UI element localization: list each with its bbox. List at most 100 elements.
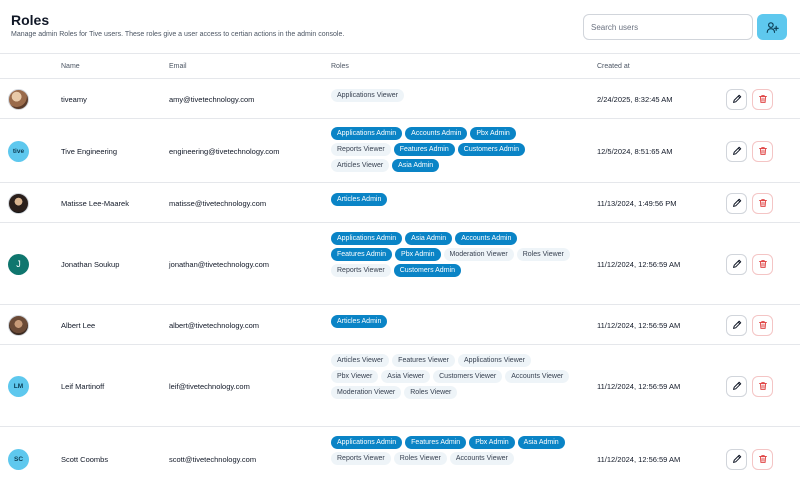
- table-row: SC Scott Coombs scott@tivetechnology.com 11…: [0, 427, 800, 485]
- role-chip: Asia Admin: [405, 232, 453, 245]
- created-at: 12/5/2024, 8:51:65 AM: [597, 146, 673, 156]
- role-chip: Moderation Viewer: [331, 386, 402, 399]
- column-header-created-at: Created at: [597, 63, 630, 70]
- column-header-roles: Roles: [331, 63, 349, 70]
- role-chip: Accounts Admin: [455, 232, 518, 245]
- add-user-button[interactable]: [757, 14, 787, 40]
- user-name: Jonathan Soukup: [61, 259, 120, 269]
- user-email: matisse@tivetechnology.com: [169, 198, 267, 208]
- edit-button[interactable]: [726, 140, 747, 162]
- user-name: Scott Coombs: [61, 454, 109, 464]
- roles-list: Articles Viewer Features Viewer Applicatio…: [331, 354, 571, 399]
- edit-button[interactable]: [726, 448, 747, 470]
- created-at: 2/24/2025, 8:32:45 AM: [597, 94, 673, 104]
- column-header-name: Name: [61, 63, 80, 70]
- role-chip: Roles Viewer: [404, 386, 458, 399]
- created-at: 11/13/2024, 1:49:56 PM: [597, 198, 677, 208]
- user-email: leif@tivetechnology.com: [169, 381, 250, 391]
- user-name: Tive Engineering: [61, 146, 118, 156]
- role-chip: Customers Viewer: [433, 370, 503, 383]
- roles-list: Articles Admin: [331, 315, 571, 328]
- avatar: [8, 314, 29, 336]
- role-chip: Features Admin: [393, 143, 455, 156]
- role-chip: Articles Admin: [331, 315, 388, 328]
- user-email: scott@tivetechnology.com: [169, 454, 257, 464]
- role-chip: Reports Viewer: [331, 264, 391, 277]
- user-email: albert@tivetechnology.com: [169, 320, 260, 330]
- pencil-icon: [732, 146, 741, 155]
- role-chip: Customers Admin: [393, 264, 461, 277]
- pencil-icon: [732, 454, 741, 463]
- edit-button[interactable]: [726, 314, 747, 336]
- delete-button[interactable]: [752, 314, 773, 336]
- created-at: 11/12/2024, 12:56:59 AM: [597, 259, 681, 269]
- page-title: Roles: [11, 12, 50, 28]
- edit-button[interactable]: [726, 192, 747, 214]
- delete-button[interactable]: [752, 88, 773, 110]
- user-email: jonathan@tivetechnology.com: [169, 259, 270, 269]
- trash-icon: [758, 95, 767, 103]
- table-row: LM Leif Martinoff leif@tivetechnology.com 1…: [0, 345, 800, 427]
- trash-icon: [758, 260, 767, 268]
- trash-icon: [758, 455, 767, 463]
- role-chip: Applications Viewer: [331, 89, 404, 102]
- trash-icon: [758, 147, 767, 155]
- delete-button[interactable]: [752, 253, 773, 275]
- user-name: Matisse Lee-Maarek: [61, 198, 129, 208]
- table-row: Matisse Lee-Maarek matisse@tivetechnology…: [0, 183, 800, 223]
- role-chip: Applications Admin: [331, 232, 403, 245]
- role-chip: Features Viewer: [392, 354, 456, 367]
- avatar: [8, 88, 29, 110]
- table-header: Name Email Roles Created at: [0, 54, 800, 79]
- role-chip: Accounts Viewer: [505, 370, 570, 383]
- delete-button[interactable]: [752, 140, 773, 162]
- role-chip: Asia Admin: [392, 159, 440, 172]
- delete-button[interactable]: [752, 192, 773, 214]
- delete-button[interactable]: [752, 375, 773, 397]
- role-chip: Customers Admin: [457, 143, 526, 156]
- role-chip: Applications Viewer: [458, 354, 531, 367]
- search-users-input[interactable]: [583, 14, 753, 40]
- role-chip: Articles Viewer: [331, 354, 390, 367]
- created-at: 11/12/2024, 12:56:59 AM: [597, 454, 681, 464]
- trash-icon: [758, 382, 767, 390]
- role-chip: Features Admin: [331, 248, 393, 261]
- pencil-icon: [732, 381, 741, 390]
- role-chip: Applications Admin: [331, 436, 403, 449]
- pencil-icon: [732, 94, 741, 103]
- role-chip: Pbx Viewer: [331, 370, 379, 383]
- role-chip: Pbx Admin: [469, 436, 515, 449]
- edit-button[interactable]: [726, 375, 747, 397]
- created-at: 11/12/2024, 12:56:59 AM: [597, 320, 681, 330]
- edit-button[interactable]: [726, 253, 747, 275]
- add-user-icon: [766, 21, 779, 33]
- role-chip: Accounts Admin: [405, 127, 468, 140]
- role-chip: Roles Viewer: [393, 452, 447, 465]
- pencil-icon: [732, 320, 741, 329]
- delete-button[interactable]: [752, 448, 773, 470]
- role-chip: Reports Viewer: [331, 452, 391, 465]
- trash-icon: [758, 199, 767, 207]
- role-chip: Features Admin: [405, 436, 467, 449]
- pencil-icon: [732, 259, 741, 268]
- role-chip: Pbx Admin: [395, 248, 441, 261]
- avatar: [8, 192, 29, 214]
- pencil-icon: [732, 198, 741, 207]
- user-name: Leif Martinoff: [61, 381, 105, 391]
- roles-list: Applications Admin Features Admin Pbx Admi…: [331, 436, 571, 465]
- roles-list: Applications Viewer: [331, 89, 571, 102]
- table-row: Albert Lee albert@tivetechnology.com 11/12…: [0, 305, 800, 345]
- edit-button[interactable]: [726, 88, 747, 110]
- user-email: engineering@tivetechnology.com: [169, 146, 280, 156]
- role-chip: Asia Admin: [517, 436, 565, 449]
- roles-list: Applications Admin Asia Admin Accounts Adm…: [331, 232, 571, 277]
- role-chip: Accounts Viewer: [449, 452, 514, 465]
- user-name: Albert Lee: [61, 320, 96, 330]
- user-name: tiveamy: [61, 94, 87, 104]
- role-chip: Applications Admin: [331, 127, 403, 140]
- role-chip: Roles Viewer: [516, 248, 570, 261]
- trash-icon: [758, 321, 767, 329]
- role-chip: Asia Viewer: [381, 370, 431, 383]
- role-chip: Articles Admin: [331, 193, 388, 206]
- page-header: Roles Manage admin Roles for Tive users.…: [0, 0, 800, 54]
